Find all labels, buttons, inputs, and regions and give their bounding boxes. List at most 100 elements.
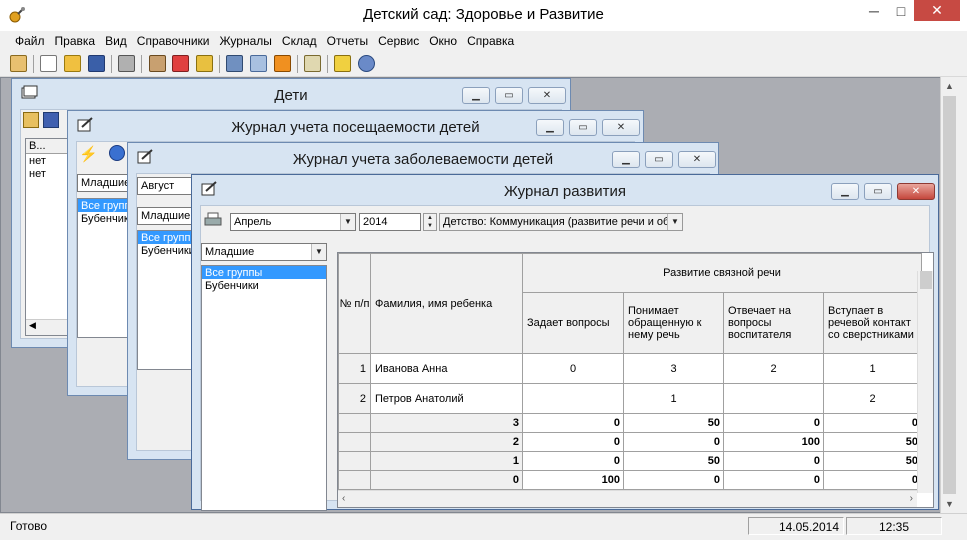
chevron-down-icon[interactable]: ▼ xyxy=(667,214,682,230)
summary-value[interactable]: 0 xyxy=(522,432,624,452)
summary-value[interactable]: 100 xyxy=(723,432,824,452)
cell-value[interactable]: 1 xyxy=(823,353,922,384)
development-grid[interactable]: № п/п Фамилия, имя ребенка Развитие связ… xyxy=(337,252,934,508)
cell-value[interactable] xyxy=(723,383,824,414)
cell-value[interactable]: 2 xyxy=(723,353,824,384)
home-icon[interactable] xyxy=(10,55,27,72)
summary-row[interactable]: 0 100 0 0 0 xyxy=(338,470,922,490)
development-group-list[interactable]: Все группы Бубенчики xyxy=(201,265,327,511)
menu-view[interactable]: Вид xyxy=(100,31,132,51)
group-item[interactable]: Бубенчики xyxy=(138,244,196,257)
lightning-icon[interactable]: ⚡ xyxy=(79,145,98,163)
grid-vscroll-thumb[interactable] xyxy=(920,271,932,289)
summary-value[interactable]: 0 xyxy=(522,451,624,471)
edit-list-icon[interactable] xyxy=(43,112,59,128)
cell-value[interactable]: 3 xyxy=(623,353,724,384)
col-header-number[interactable]: № п/п xyxy=(338,253,371,354)
illness-group-combo[interactable]: Младшие xyxy=(137,207,197,225)
illness-minimize-button[interactable]: ▁ xyxy=(612,151,640,168)
summary-value[interactable]: 0 xyxy=(522,413,624,433)
area-combo[interactable]: Детство: Коммуникация (развитие речи и о… xyxy=(439,213,683,231)
cell-value[interactable]: 0 xyxy=(522,353,624,384)
summary-value[interactable]: 50 xyxy=(623,413,724,433)
table-row[interactable]: 2 Петров Анатолий 1 2 xyxy=(338,383,922,414)
scroll-up-icon[interactable]: ▲ xyxy=(945,81,954,91)
illness-close-button[interactable]: ✕ xyxy=(678,151,716,168)
menu-warehouse[interactable]: Склад xyxy=(277,31,322,51)
contacts-icon[interactable] xyxy=(149,55,166,72)
print-icon[interactable] xyxy=(204,212,222,228)
col-header-asks-questions[interactable]: Задает вопросы xyxy=(522,292,624,354)
attendance-maximize-button[interactable]: ▭ xyxy=(569,119,597,136)
users-icon[interactable] xyxy=(226,55,243,72)
grid-horizontal-scrollbar[interactable]: ‹ › xyxy=(338,490,917,507)
summary-value[interactable]: 0 xyxy=(623,470,724,490)
col-header-speech-contact[interactable]: Вступает в речевой контакт со сверстника… xyxy=(823,292,922,354)
development-group-combo[interactable]: Младшие ▼ xyxy=(201,243,327,261)
development-minimize-button[interactable]: ▁ xyxy=(831,183,859,200)
scroll-left-icon[interactable]: ‹ xyxy=(342,493,345,504)
group-item[interactable]: Бубенчики xyxy=(202,279,326,292)
development-close-button[interactable]: ✕ xyxy=(897,183,935,200)
table-row[interactable]: 1 Иванова Анна 0 3 2 1 xyxy=(338,353,922,384)
battery-icon[interactable] xyxy=(334,55,351,72)
maximize-button[interactable]: □ xyxy=(886,0,916,22)
medicine-icon[interactable] xyxy=(172,55,189,72)
menu-window[interactable]: Окно xyxy=(424,31,462,51)
table-icon[interactable] xyxy=(250,55,267,72)
summary-value[interactable]: 0 xyxy=(823,413,922,433)
cell-value[interactable] xyxy=(522,383,624,414)
illness-maximize-button[interactable]: ▭ xyxy=(645,151,673,168)
summary-value[interactable]: 0 xyxy=(623,432,724,452)
attendance-minimize-button[interactable]: ▁ xyxy=(536,119,564,136)
summary-row[interactable]: 2 0 0 100 50 xyxy=(338,432,922,452)
globe-icon[interactable] xyxy=(358,55,375,72)
col-header-understands-speech[interactable]: Понимает обращенную к нему речь xyxy=(623,292,724,354)
row-name[interactable]: Иванова Анна xyxy=(370,353,523,384)
diamond-icon[interactable] xyxy=(274,55,291,72)
window-illness-titlebar[interactable]: Журнал учета заболеваемости детей ▁ ▭ ✕ xyxy=(128,143,718,173)
menu-edit[interactable]: Правка xyxy=(50,31,101,51)
menu-journals[interactable]: Журналы xyxy=(214,31,276,51)
summary-value[interactable]: 50 xyxy=(823,432,922,452)
main-vertical-scrollbar[interactable]: ▲ ▼ xyxy=(940,77,958,513)
grid-vertical-scrollbar[interactable] xyxy=(917,271,933,493)
print-icon[interactable] xyxy=(118,55,135,72)
summary-value[interactable]: 100 xyxy=(522,470,624,490)
group-item[interactable]: Все группы xyxy=(138,231,198,244)
menu-reports[interactable]: Отчеты xyxy=(322,31,373,51)
children-close-button[interactable]: ✕ xyxy=(528,87,566,104)
scroll-right-icon[interactable]: › xyxy=(910,493,913,504)
col-header-answers-questions[interactable]: Отвечает на вопросы воспитателя xyxy=(723,292,824,354)
edit-icon[interactable] xyxy=(304,55,321,72)
summary-value[interactable]: 0 xyxy=(723,470,824,490)
summary-value[interactable]: 50 xyxy=(623,451,724,471)
row-name[interactable]: Петров Анатолий xyxy=(370,383,523,414)
year-spinner[interactable]: ▲ ▼ xyxy=(423,213,437,231)
children-minimize-button[interactable]: ▁ xyxy=(462,87,490,104)
cell-value[interactable]: 2 xyxy=(823,383,922,414)
col-group-header[interactable]: Развитие связной речи xyxy=(522,253,922,293)
save-icon[interactable] xyxy=(88,55,105,72)
menu-references[interactable]: Справочники xyxy=(132,31,215,51)
group-item[interactable]: Все группы xyxy=(202,266,326,279)
attendance-close-button[interactable]: ✕ xyxy=(602,119,640,136)
new-document-icon[interactable] xyxy=(40,55,57,72)
add-icon[interactable] xyxy=(109,145,125,161)
summary-value[interactable]: 0 xyxy=(823,470,922,490)
year-input[interactable]: 2014 xyxy=(359,213,421,231)
children-maximize-button[interactable]: ▭ xyxy=(495,87,523,104)
summary-value[interactable]: 0 xyxy=(723,451,824,471)
cell-value[interactable]: 1 xyxy=(623,383,724,414)
window-children-titlebar[interactable]: Дети ▁ ▭ ✕ xyxy=(12,79,570,109)
summary-value[interactable]: 0 xyxy=(723,413,824,433)
chevron-down-icon[interactable]: ▼ xyxy=(340,214,355,230)
window-development-titlebar[interactable]: Журнал развития ▁ ▭ ✕ xyxy=(192,175,938,205)
lock-icon[interactable] xyxy=(196,55,213,72)
window-attendance-titlebar[interactable]: Журнал учета посещаемости детей ▁ ▭ ✕ xyxy=(68,111,643,141)
calendar-icon[interactable] xyxy=(23,112,39,128)
month-combo[interactable]: Апрель ▼ xyxy=(230,213,356,231)
menu-help[interactable]: Справка xyxy=(462,31,519,51)
illness-group-list[interactable]: Все группы Бубенчики xyxy=(137,230,198,370)
summary-row[interactable]: 1 0 50 0 50 xyxy=(338,451,922,471)
